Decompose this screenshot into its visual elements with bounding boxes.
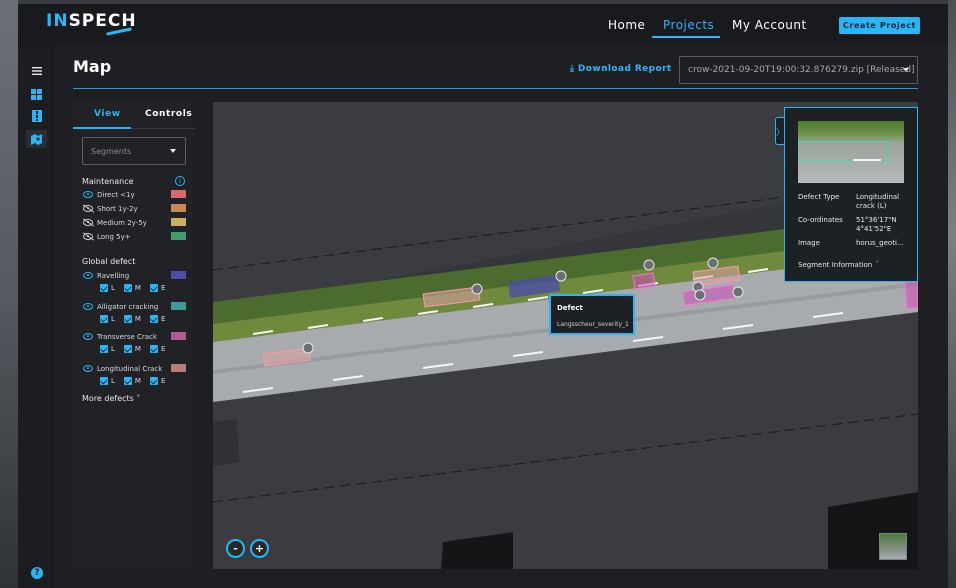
segment-information-toggle[interactable]: Segment Information ˅ (798, 260, 879, 269)
more-defects-toggle[interactable]: More defects ˅ (82, 394, 140, 403)
nav-home[interactable]: Home (608, 18, 645, 32)
tab-active-indicator (73, 127, 131, 129)
checkbox-e[interactable] (149, 284, 158, 292)
color-swatch (171, 204, 186, 212)
zoom-out-button[interactable]: - (226, 539, 245, 558)
checkbox-e[interactable] (149, 315, 158, 323)
eye-icon[interactable] (83, 333, 93, 340)
defect-tooltip: Defect Langsscheur_severity_1 (549, 294, 635, 335)
maintenance-item[interactable]: Short 1y-2y (83, 203, 187, 214)
color-swatch (171, 302, 186, 310)
map-defects-icon[interactable] (26, 130, 47, 148)
tooltip-title: Defect (557, 304, 583, 312)
defect-info-card: Defect Type Longitudinal crack (L) Co-or… (784, 107, 918, 282)
tab-view[interactable]: View (94, 109, 121, 119)
eye-off-icon[interactable] (83, 205, 93, 212)
road-marking (853, 159, 881, 161)
defect-item[interactable]: Ravelling (83, 270, 187, 281)
color-swatch (171, 218, 186, 226)
create-project-button[interactable]: Create Project (839, 17, 920, 34)
dashboard-icon[interactable] (26, 85, 47, 103)
severity-checkboxes: L M E (100, 344, 174, 354)
coords-lon: 4°41'52"E (856, 225, 892, 233)
checkbox-l[interactable] (100, 315, 108, 323)
nav-active-indicator (652, 36, 720, 38)
download-icon: ⤓ (570, 64, 578, 74)
page-title: Map (73, 57, 112, 76)
severity-checkboxes: L M E (100, 283, 174, 293)
help-icon[interactable]: ? (31, 567, 43, 579)
hamburger-menu-icon[interactable] (26, 62, 47, 80)
maintenance-item[interactable]: Long 5y+ (83, 231, 187, 242)
checkbox-l[interactable] (100, 345, 108, 353)
color-swatch (171, 332, 186, 340)
segments-select[interactable]: Segments (82, 137, 186, 165)
eye-icon[interactable] (83, 303, 93, 310)
checkbox-l[interactable] (100, 284, 108, 292)
defect-item[interactable]: Transverse Crack (83, 331, 187, 342)
eye-off-icon[interactable] (83, 219, 93, 226)
defect-type-label: Defect Type (798, 193, 840, 201)
defect-item[interactable]: Alligator cracking (83, 301, 187, 312)
nav-my-account[interactable]: My Account (732, 18, 807, 32)
eye-off-icon[interactable] (83, 233, 93, 240)
defect-bounding-box (798, 141, 890, 161)
layer-panel: View Controls Segments Maintenance i Dir… (73, 101, 195, 569)
defect-item[interactable]: Longitudinal Crack (83, 363, 187, 374)
maintenance-item[interactable]: Direct <1y (83, 189, 187, 200)
header-divider (73, 88, 918, 89)
color-swatch (171, 232, 186, 240)
global-defect-title: Global defect (82, 257, 136, 266)
coords-lat: 51°36'17"N (856, 216, 897, 224)
color-swatch (171, 271, 186, 279)
chevron-down-icon (170, 149, 176, 153)
chevron-down-icon (903, 68, 909, 72)
checkbox-m[interactable] (123, 315, 132, 323)
checkbox-m[interactable] (123, 284, 132, 292)
defect-type-value: Longitudinal crack (L) (856, 193, 900, 210)
checkbox-m[interactable] (123, 377, 132, 385)
file-select[interactable]: crow-2021-09-20T19:00:32.876279.zip [Rel… (679, 56, 918, 84)
severity-checkboxes: L M E (100, 314, 174, 324)
severity-checkboxes: L M E (100, 376, 174, 386)
eye-icon[interactable] (83, 272, 93, 279)
eye-icon[interactable] (83, 365, 93, 372)
sidebar: ? (18, 44, 55, 588)
tab-controls[interactable]: Controls (145, 109, 192, 119)
color-swatch (171, 364, 186, 372)
eye-icon[interactable] (83, 191, 93, 198)
defect-image-thumbnail[interactable] (798, 121, 904, 183)
image-label: Image (798, 239, 820, 247)
color-swatch (171, 190, 186, 198)
tooltip-subtitle: Langsscheur_severity_1 (557, 321, 629, 328)
checkbox-e[interactable] (149, 377, 158, 385)
road-icon[interactable] (26, 107, 47, 125)
chevron-down-icon: ˅ (133, 394, 141, 403)
zoom-in-button[interactable]: + (250, 539, 269, 558)
checkbox-e[interactable] (149, 345, 158, 353)
nav-projects[interactable]: Projects (663, 18, 714, 32)
checkbox-l[interactable] (100, 377, 108, 385)
app-window: INSPECH Home Projects My Account Create … (18, 4, 948, 588)
background-right (948, 0, 956, 588)
chevron-down-icon: ˅ (875, 260, 880, 269)
background-left (0, 0, 18, 588)
info-icon[interactable]: i (175, 176, 185, 186)
top-navigation: INSPECH Home Projects My Account Create … (18, 4, 948, 44)
checkbox-m[interactable] (123, 345, 132, 353)
image-value: horus_geoti... (856, 239, 904, 247)
maintenance-item[interactable]: Medium 2y-5y (83, 217, 187, 228)
coords-label: Co-ordinates (798, 216, 843, 224)
basemap-toggle-thumbnail[interactable] (879, 533, 907, 560)
maintenance-title: Maintenance (82, 177, 134, 186)
download-report-button[interactable]: ⤓ Download Report (570, 64, 672, 74)
